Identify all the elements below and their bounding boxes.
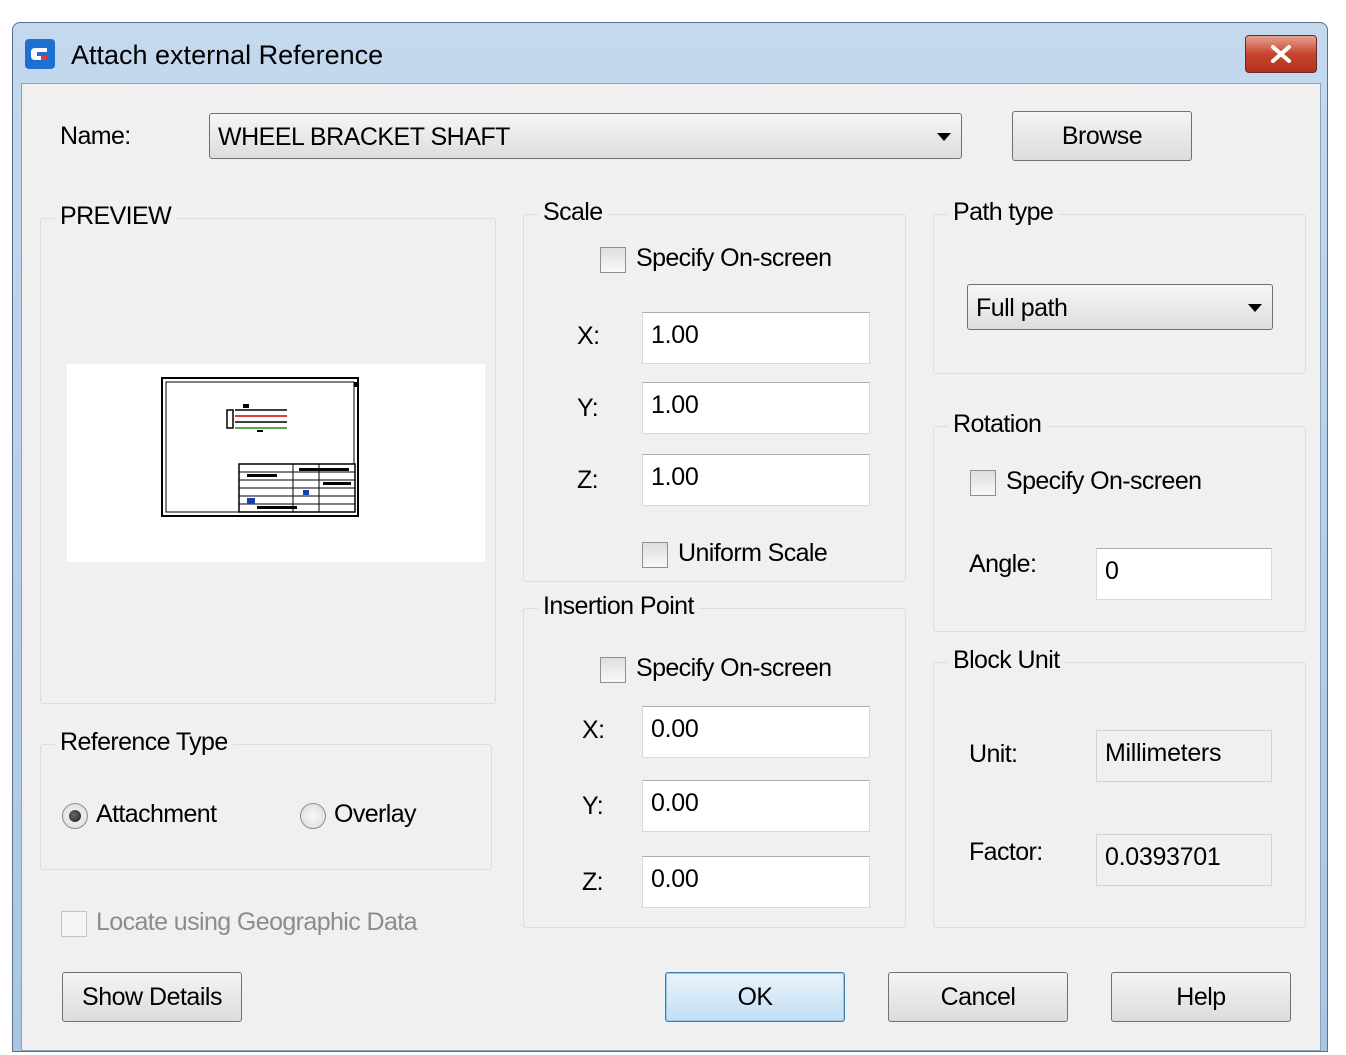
- window-title: Attach external Reference: [71, 40, 384, 70]
- rotation-specify-checkbox[interactable]: [970, 470, 996, 496]
- attachment-radio[interactable]: [62, 803, 88, 829]
- block-unit-title: Block Unit: [948, 646, 1065, 675]
- dialog-client-area: Name: WHEEL BRACKET SHAFT Browse PREVIEW: [21, 83, 1321, 1051]
- close-button[interactable]: [1245, 35, 1317, 73]
- insertion-x-label: X:: [582, 716, 605, 744]
- cancel-button[interactable]: Cancel: [888, 972, 1068, 1022]
- geo-data-checkbox[interactable]: [61, 911, 87, 937]
- angle-input[interactable]: 0: [1096, 548, 1272, 600]
- scale-y-input[interactable]: 1.00: [642, 382, 870, 434]
- scale-y-label: Y:: [577, 394, 599, 422]
- scale-x-input[interactable]: 1.00: [642, 312, 870, 364]
- app-logo-icon: [25, 39, 55, 69]
- insertion-y-input[interactable]: 0.00: [642, 780, 870, 832]
- path-type-title: Path type: [948, 198, 1059, 227]
- scale-specify-checkbox[interactable]: [600, 247, 626, 273]
- rotation-specify-label[interactable]: Specify On-screen: [1006, 467, 1202, 496]
- path-type-dropdown[interactable]: Full path: [967, 284, 1273, 330]
- insertion-z-input[interactable]: 0.00: [642, 856, 870, 908]
- radio-dot-icon: [69, 810, 81, 822]
- angle-label: Angle:: [969, 550, 1037, 578]
- insertion-y-label: Y:: [582, 792, 604, 820]
- dialog-window: Attach external Reference Name: WHEEL BR…: [12, 22, 1328, 1052]
- drawing-thumbnail: [161, 377, 359, 517]
- dropdown-arrow-icon: [937, 133, 951, 141]
- dropdown-arrow-icon: [1248, 304, 1262, 312]
- block-unit-group: Block Unit: [933, 646, 1306, 928]
- name-label: Name:: [60, 122, 131, 150]
- scale-z-input[interactable]: 1.00: [642, 454, 870, 506]
- insertion-specify-checkbox[interactable]: [600, 657, 626, 683]
- insertion-point-title: Insertion Point: [538, 592, 699, 621]
- name-dropdown[interactable]: WHEEL BRACKET SHAFT: [209, 113, 962, 159]
- insertion-x-input[interactable]: 0.00: [642, 706, 870, 758]
- scale-x-label: X:: [577, 322, 600, 350]
- browse-button[interactable]: Browse: [1012, 111, 1192, 161]
- overlay-label[interactable]: Overlay: [334, 800, 417, 829]
- unit-label: Unit:: [969, 740, 1018, 768]
- name-dropdown-value: WHEEL BRACKET SHAFT: [218, 123, 510, 151]
- ok-button[interactable]: OK: [665, 972, 845, 1022]
- title-bar[interactable]: Attach external Reference: [13, 23, 1327, 83]
- unit-value: Millimeters: [1096, 730, 1272, 782]
- close-icon: [1271, 45, 1291, 63]
- scale-title: Scale: [538, 198, 608, 227]
- path-type-value: Full path: [976, 294, 1068, 322]
- reference-type-title: Reference Type: [55, 728, 233, 757]
- factor-value: 0.0393701: [1096, 834, 1272, 886]
- attachment-label[interactable]: Attachment: [96, 800, 217, 829]
- uniform-scale-label[interactable]: Uniform Scale: [678, 539, 828, 568]
- scale-z-label: Z:: [577, 466, 599, 494]
- uniform-scale-checkbox[interactable]: [642, 542, 668, 568]
- show-details-button[interactable]: Show Details: [62, 972, 242, 1022]
- rotation-group: Rotation: [933, 410, 1306, 632]
- factor-label: Factor:: [969, 838, 1043, 866]
- scale-specify-label[interactable]: Specify On-screen: [636, 244, 832, 273]
- geo-data-label: Locate using Geographic Data: [96, 908, 418, 936]
- insertion-specify-label[interactable]: Specify On-screen: [636, 654, 832, 683]
- overlay-radio[interactable]: [300, 803, 326, 829]
- insertion-z-label: Z:: [582, 868, 604, 896]
- preview-title: PREVIEW: [55, 202, 177, 231]
- help-button[interactable]: Help: [1111, 972, 1291, 1022]
- rotation-title: Rotation: [948, 410, 1047, 439]
- preview-image: [67, 364, 485, 562]
